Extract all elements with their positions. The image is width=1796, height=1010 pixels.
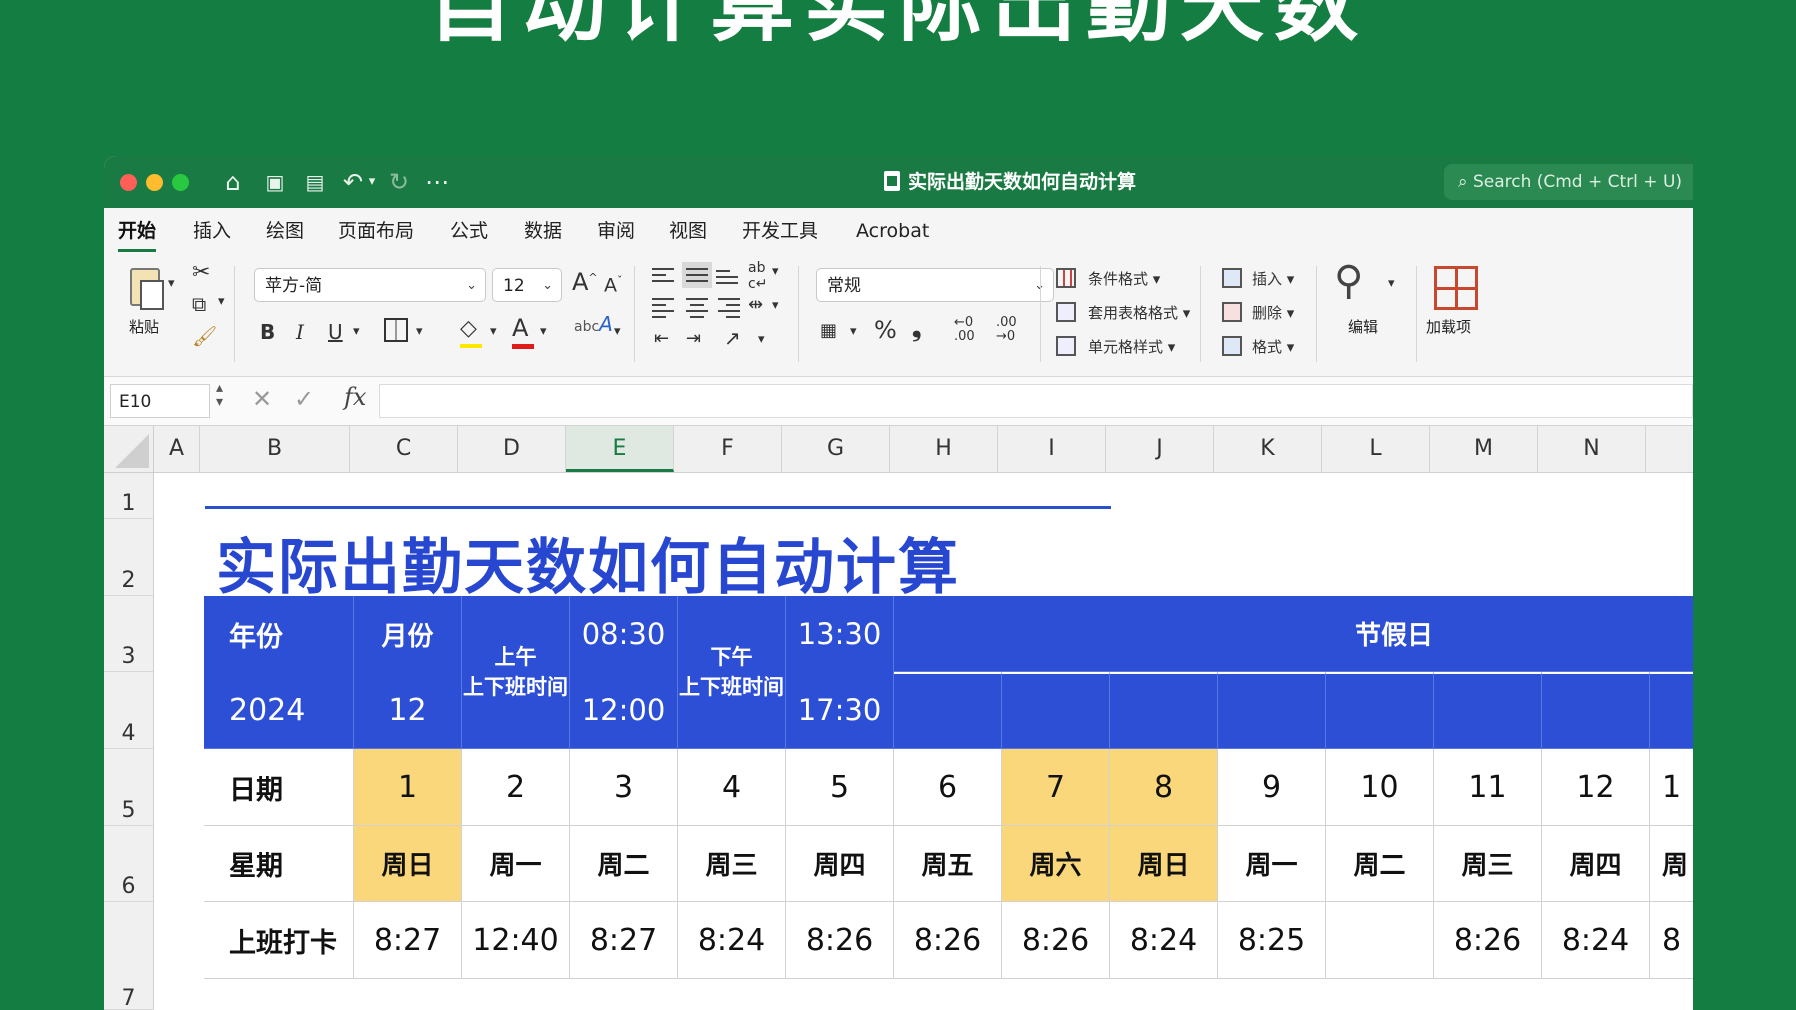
checkin-cell[interactable]: 8:27 bbox=[354, 902, 462, 979]
checkin-cell[interactable]: 8:26 bbox=[1434, 902, 1542, 979]
date-cell[interactable]: 12 bbox=[1542, 749, 1650, 826]
weekday-cell[interactable]: 周四 bbox=[786, 826, 894, 902]
pm-start-cell[interactable]: 13:30 bbox=[786, 596, 894, 672]
date-cell[interactable]: 10 bbox=[1326, 749, 1434, 826]
weekday-cell[interactable]: 周二 bbox=[1326, 826, 1434, 902]
weekday-cell[interactable]: 周五 bbox=[894, 826, 1002, 902]
checkin-cell[interactable]: 8:24 bbox=[1110, 902, 1218, 979]
date-cell[interactable]: 2 bbox=[462, 749, 570, 826]
date-cell[interactable]: 1 bbox=[354, 749, 462, 826]
am-start-cell[interactable]: 08:30 bbox=[570, 596, 678, 672]
weekday-cell[interactable]: 周一 bbox=[462, 826, 570, 902]
checkin-cell[interactable]: 8:26 bbox=[786, 902, 894, 979]
checkin-cell[interactable]: 8:24 bbox=[1542, 902, 1650, 979]
holiday-cell[interactable] bbox=[1218, 672, 1326, 749]
checkin-cell[interactable]: 12:40 bbox=[462, 902, 570, 979]
weekday-cell[interactable]: 周四 bbox=[1542, 826, 1650, 902]
weekday-cell[interactable]: 周三 bbox=[678, 826, 786, 902]
checkin-cell[interactable]: 8:26 bbox=[894, 902, 1002, 979]
holiday-cell[interactable] bbox=[1650, 672, 1693, 749]
am-end-cell[interactable]: 12:00 bbox=[570, 672, 678, 749]
sheet-content: 实际出勤天数如何自动计算 年份 2024 月份 12 上午 上下班时间 08:3… bbox=[104, 156, 1693, 1010]
holiday-cell[interactable] bbox=[1110, 672, 1218, 749]
month-value-cell[interactable]: 12 bbox=[354, 672, 462, 749]
date-cell[interactable]: 6 bbox=[894, 749, 1002, 826]
weekday-cell[interactable]: 周二 bbox=[570, 826, 678, 902]
date-cell[interactable]: 4 bbox=[678, 749, 786, 826]
weekday-cell[interactable]: 周日 bbox=[354, 826, 462, 902]
weekday-cell[interactable]: 周六 bbox=[1002, 826, 1110, 902]
date-cell[interactable]: 7 bbox=[1002, 749, 1110, 826]
holiday-cell[interactable] bbox=[1002, 672, 1110, 749]
am-label-cell[interactable]: 上午 上下班时间 bbox=[462, 596, 570, 749]
holiday-label-cell[interactable]: 节假日 bbox=[894, 596, 1693, 672]
banner-title: 自动计算实际出勤天数 bbox=[427, 0, 1368, 53]
checkin-cell[interactable]: 8:24 bbox=[678, 902, 786, 979]
date-cell[interactable]: 1 bbox=[1650, 749, 1693, 826]
checkin-cell[interactable]: 8:25 bbox=[1218, 902, 1326, 979]
checkin-label-cell[interactable]: 上班打卡 bbox=[204, 902, 354, 979]
holiday-cell[interactable] bbox=[1434, 672, 1542, 749]
date-cell[interactable]: 8 bbox=[1110, 749, 1218, 826]
year-value-cell[interactable]: 2024 bbox=[204, 672, 354, 749]
year-label-cell[interactable]: 年份 bbox=[204, 596, 354, 672]
holiday-cell[interactable] bbox=[894, 672, 1002, 749]
title-underline bbox=[205, 506, 1111, 509]
checkin-cell[interactable] bbox=[1326, 902, 1434, 979]
date-cell[interactable]: 5 bbox=[786, 749, 894, 826]
date-cell[interactable]: 3 bbox=[570, 749, 678, 826]
date-cell[interactable]: 11 bbox=[1434, 749, 1542, 826]
checkin-cell[interactable]: 8:26 bbox=[1002, 902, 1110, 979]
pm-label-cell[interactable]: 下午 上下班时间 bbox=[678, 596, 786, 749]
pm-end-cell[interactable]: 17:30 bbox=[786, 672, 894, 749]
weekday-cell[interactable]: 周三 bbox=[1434, 826, 1542, 902]
date-cell[interactable]: 9 bbox=[1218, 749, 1326, 826]
weekday-cell[interactable]: 周 bbox=[1650, 826, 1693, 902]
weekday-label-cell[interactable]: 星期 bbox=[204, 826, 354, 902]
checkin-cell[interactable]: 8 bbox=[1650, 902, 1693, 979]
checkin-cell[interactable]: 8:27 bbox=[570, 902, 678, 979]
month-label-cell[interactable]: 月份 bbox=[354, 596, 462, 672]
holiday-cell[interactable] bbox=[1326, 672, 1434, 749]
holiday-cell[interactable] bbox=[1542, 672, 1650, 749]
date-label-cell[interactable]: 日期 bbox=[204, 749, 354, 826]
weekday-cell[interactable]: 周日 bbox=[1110, 826, 1218, 902]
weekday-cell[interactable]: 周一 bbox=[1218, 826, 1326, 902]
